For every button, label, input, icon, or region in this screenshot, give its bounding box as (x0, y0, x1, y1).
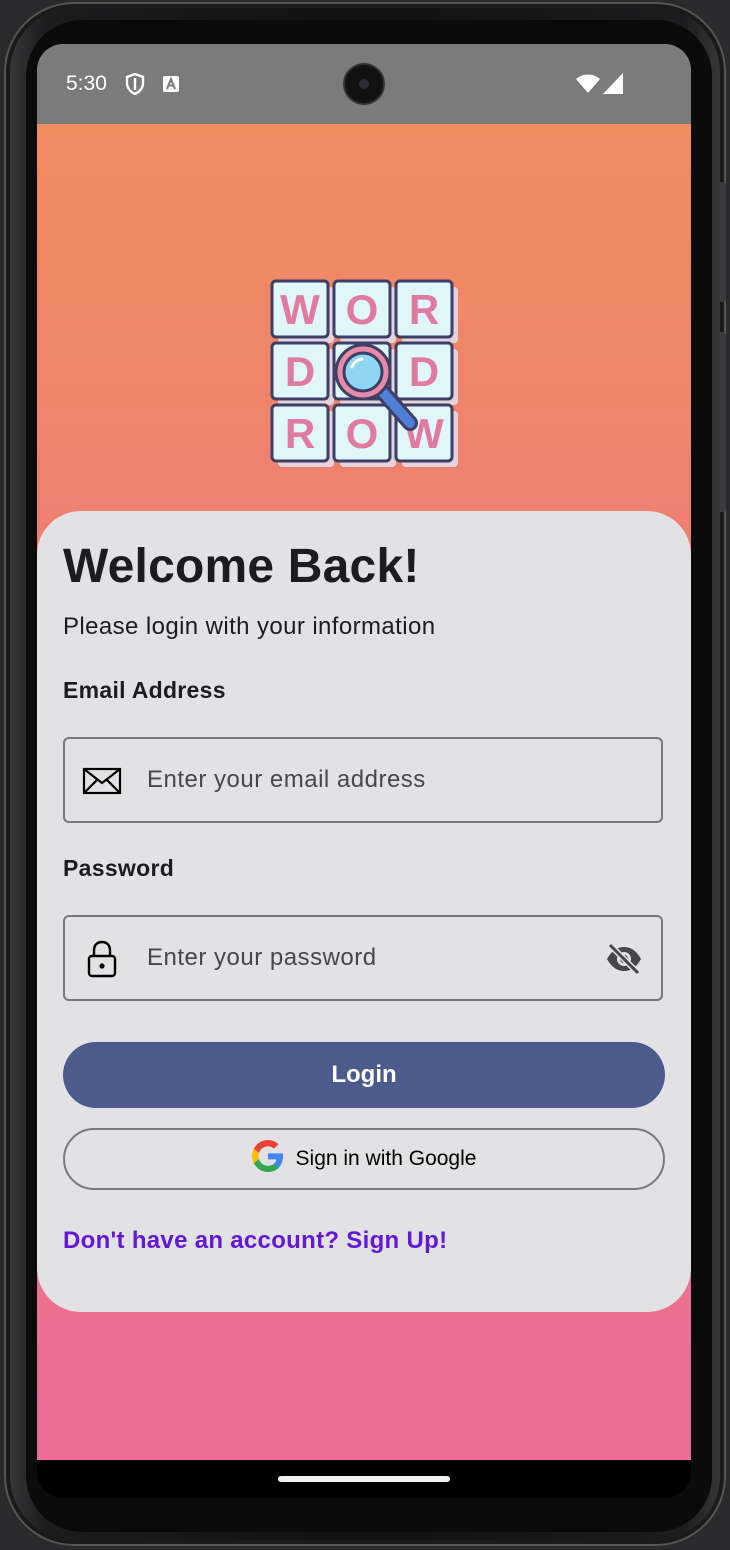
lock-icon (85, 939, 119, 984)
shield-icon (125, 72, 145, 100)
email-field[interactable]: Enter your email address (63, 737, 663, 823)
home-indicator[interactable] (278, 1476, 450, 1482)
font-a-icon (162, 75, 180, 98)
password-field[interactable]: Enter your password (63, 915, 663, 1001)
status-time: 5:30 (66, 72, 107, 95)
app-background: WORDDROW Welcome Back! Please login with… (37, 124, 691, 1460)
login-card: Welcome Back! Please login with your inf… (37, 511, 691, 1312)
wifi-icon (576, 74, 600, 99)
logo-tile-letter: D (285, 348, 315, 395)
navigation-bar (37, 1460, 691, 1498)
password-placeholder: Enter your password (147, 944, 377, 971)
power-button (720, 182, 726, 302)
volume-button (720, 332, 726, 512)
login-button[interactable]: Login (63, 1042, 665, 1108)
screen: 5:30 WORDDROW Welcome Back! Please login… (37, 44, 691, 1498)
email-label: Email Address (63, 677, 226, 703)
logo-tile-letter: W (280, 286, 320, 333)
word-row-logo: WORDDROW (270, 279, 460, 469)
envelope-icon (82, 763, 122, 804)
status-bar: 5:30 (37, 44, 691, 124)
signup-link[interactable]: Don't have an account? Sign Up! (63, 1227, 447, 1255)
google-icon (251, 1140, 284, 1178)
logo-tile-letter: O (346, 286, 379, 333)
page-title: Welcome Back! (63, 540, 420, 593)
google-signin-button[interactable]: Sign in with Google (63, 1128, 665, 1190)
cell-signal-icon (603, 73, 623, 99)
front-camera (345, 65, 383, 103)
password-label: Password (63, 855, 175, 881)
login-button-label: Login (331, 1061, 397, 1088)
logo-tile-letter: R (285, 410, 315, 457)
logo-tile-letter: R (409, 286, 439, 333)
logo-tile-letter: O (346, 410, 379, 457)
eye-off-icon[interactable] (605, 942, 643, 981)
logo-tile-letter: D (409, 348, 439, 395)
subtitle: Please login with your information (63, 613, 436, 640)
email-placeholder: Enter your email address (147, 766, 426, 793)
google-button-label: Sign in with Google (295, 1147, 477, 1170)
